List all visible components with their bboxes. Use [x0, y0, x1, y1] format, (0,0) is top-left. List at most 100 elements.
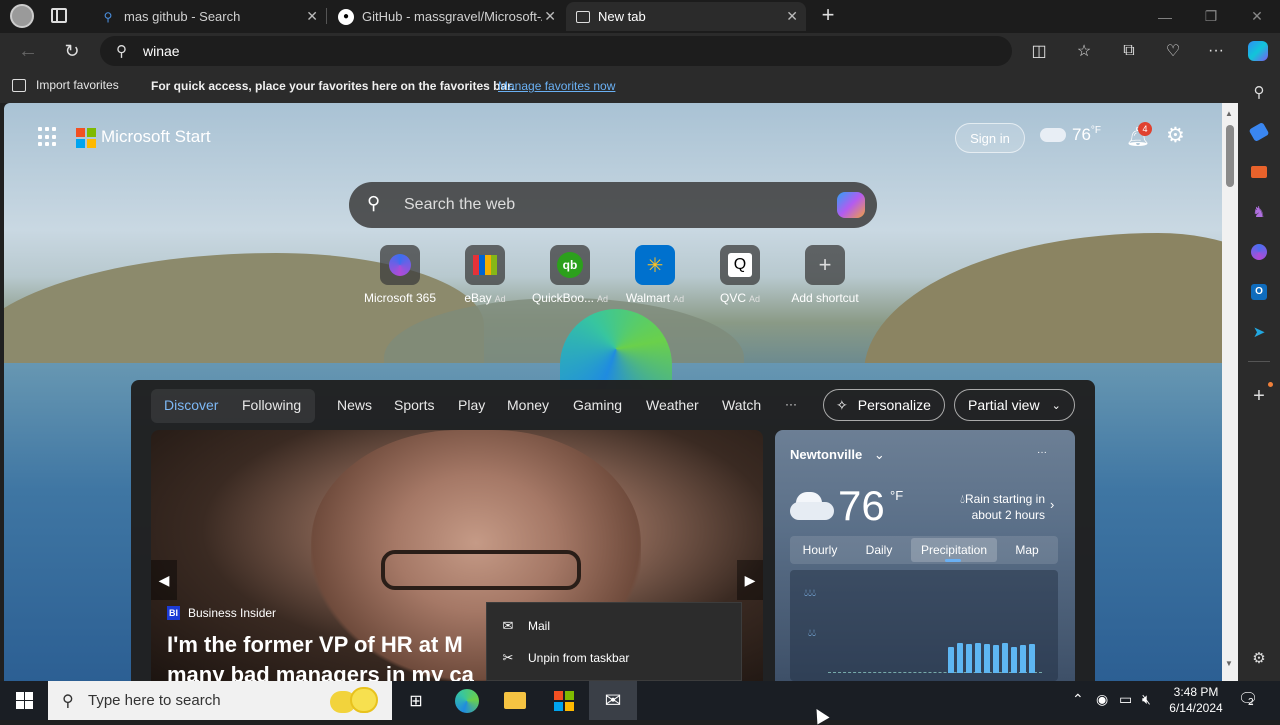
scroll-thumb[interactable]	[1226, 125, 1234, 187]
weather-more-icon[interactable]: ···	[1037, 447, 1047, 458]
favorites-icon[interactable]: ☆	[1070, 37, 1098, 65]
shortcut-qvc[interactable]: Q QVC Ad	[700, 245, 780, 305]
tab-github[interactable]: ● GitHub - massgravel/Microsoft-A ✕	[328, 2, 564, 31]
action-center-icon[interactable]: 🗨︎ 2	[1238, 689, 1258, 709]
tab-sports[interactable]: Sports	[394, 397, 434, 413]
shortcut-add[interactable]: + Add shortcut	[785, 245, 865, 305]
weather-tab-map[interactable]: Map	[1005, 538, 1049, 562]
notifications-button[interactable]: 🔔︎ 4	[1126, 122, 1152, 149]
profile-avatar[interactable]	[10, 4, 34, 28]
restore-icon[interactable]: ❐	[1188, 0, 1234, 33]
outlook-icon[interactable]: O	[1246, 279, 1272, 305]
tab-play[interactable]: Play	[458, 397, 485, 413]
web-search-placeholder[interactable]: Search the web	[404, 196, 515, 214]
weather-card[interactable]: Newtonville ⌄ ··· 76 °F 💧︎Rain starting …	[775, 430, 1075, 681]
scroll-down-icon[interactable]: ▼	[1225, 659, 1233, 668]
brand-title[interactable]: Microsoft Start	[101, 127, 211, 147]
sign-in-button[interactable]: Sign in	[955, 123, 1025, 153]
taskbar-search-box[interactable]: ⚲ Type here to search	[48, 681, 392, 720]
start-button[interactable]	[0, 681, 48, 720]
tab-new-tab[interactable]: New tab ✕	[566, 2, 806, 31]
personalize-button[interactable]: ✧ Personalize	[823, 389, 945, 421]
tab-title: New tab	[598, 9, 646, 24]
send-icon[interactable]: ➤	[1246, 319, 1272, 345]
close-window-icon[interactable]: ✕	[1234, 0, 1280, 33]
copilot-icon[interactable]	[1244, 37, 1272, 65]
tab-following[interactable]: Following	[242, 397, 301, 413]
meet-now-icon[interactable]: ◉	[1096, 691, 1108, 708]
menu-item-mail[interactable]: ✉ Mail	[499, 613, 550, 639]
tab-actions-icon[interactable]	[51, 8, 67, 23]
weather-widget[interactable]: 76 °F	[1040, 125, 1101, 145]
sidebar-settings-icon[interactable]: ⚙	[1246, 645, 1272, 671]
microsoft-store-icon[interactable]	[540, 681, 588, 720]
shopping-tag-icon[interactable]	[1246, 119, 1272, 145]
tab-gaming[interactable]: Gaming	[573, 397, 622, 413]
personalize-label: Personalize	[857, 397, 931, 413]
chevron-right-icon[interactable]: ›	[1050, 497, 1054, 512]
menu-item-unpin[interactable]: ✂ Unpin from taskbar	[499, 645, 630, 671]
address-bar[interactable]: ⚲ winae	[100, 36, 1012, 66]
quickbooks-icon: qb	[550, 245, 590, 285]
tab-bing-search[interactable]: ⚲ mas github - Search ✕	[90, 2, 326, 31]
shortcut-walmart[interactable]: ✳ Walmart Ad	[615, 245, 695, 305]
next-arrow-icon[interactable]: ▶	[737, 560, 763, 600]
refresh-icon[interactable]: ↻	[58, 37, 86, 65]
edge-taskbar-icon[interactable]	[443, 681, 491, 720]
tab-discover[interactable]: Discover	[164, 397, 218, 413]
shortcut-quickbooks[interactable]: qb QuickBoo... Ad	[530, 245, 610, 305]
article-headline[interactable]: I'm the former VP of HR at M many bad ma…	[167, 630, 474, 681]
task-view-icon[interactable]: ⊞	[392, 681, 440, 720]
split-screen-icon[interactable]: ◫	[1025, 37, 1053, 65]
precip-bar	[1002, 643, 1008, 673]
precip-bar	[993, 645, 999, 673]
tab-money[interactable]: Money	[507, 397, 549, 413]
shortcut-ebay[interactable]: eBay Ad	[445, 245, 525, 305]
file-explorer-icon[interactable]	[491, 681, 539, 720]
precip-bar	[1029, 644, 1035, 673]
manage-favorites-link[interactable]: Manage favorites now	[498, 79, 615, 93]
precip-bar	[1011, 647, 1017, 673]
browser-essentials-icon[interactable]: ♡	[1159, 37, 1187, 65]
tab-weather[interactable]: Weather	[646, 397, 699, 413]
system-clock[interactable]: 3:48 PM 6/14/2024	[1166, 684, 1226, 716]
taskbar-search-placeholder[interactable]: Type here to search	[88, 692, 221, 709]
search-icon[interactable]: ⚲	[1246, 79, 1272, 105]
close-tab-icon[interactable]: ✕	[786, 8, 798, 25]
copilot-sidebar-icon[interactable]	[1246, 239, 1272, 265]
weather-location-button[interactable]: Newtonville ⌄	[790, 447, 885, 463]
games-icon[interactable]: ♞	[1246, 199, 1272, 225]
previous-arrow-icon[interactable]: ◀	[151, 560, 177, 600]
tools-icon[interactable]	[1246, 159, 1272, 185]
partial-view-button[interactable]: Partial view ⌄	[954, 389, 1075, 421]
address-input[interactable]: winae	[143, 43, 180, 59]
more-options-icon[interactable]: ···	[1202, 37, 1230, 65]
add-sidebar-app-icon[interactable]: +	[1246, 383, 1272, 409]
mail-taskbar-icon[interactable]: ✉	[589, 681, 637, 720]
volume-muted-icon[interactable]: 🔇︎	[1142, 691, 1151, 708]
chevron-up-icon[interactable]: ⌃	[1072, 691, 1084, 708]
weather-tab-hourly[interactable]: Hourly	[794, 538, 846, 562]
collections-icon[interactable]: ⧉	[1115, 37, 1143, 65]
web-search-box[interactable]: ⚲ Search the web	[349, 182, 877, 228]
page-scrollbar[interactable]: ▲ ▼	[1222, 103, 1238, 681]
close-tab-icon[interactable]: ✕	[306, 8, 318, 25]
rain-alert[interactable]: 💧︎Rain starting in about 2 hours	[951, 491, 1045, 523]
weather-tab-daily[interactable]: Daily	[854, 538, 904, 562]
more-tabs-icon[interactable]: ···	[785, 397, 797, 411]
tab-news[interactable]: News	[337, 397, 372, 413]
scroll-up-icon[interactable]: ▲	[1225, 109, 1233, 118]
favorites-bar-message: For quick access, place your favorites h…	[151, 79, 515, 93]
back-icon[interactable]: ←	[14, 37, 42, 65]
close-tab-icon[interactable]: ✕	[544, 8, 556, 25]
network-icon[interactable]: ▭	[1119, 691, 1132, 708]
shortcut-microsoft-365[interactable]: Microsoft 365	[360, 245, 440, 305]
mail-icon: ✉	[502, 618, 514, 633]
settings-gear-icon[interactable]: ⚙	[1166, 123, 1185, 148]
new-tab-button[interactable]: +	[816, 3, 840, 29]
copilot-icon[interactable]	[837, 192, 865, 218]
app-launcher-icon[interactable]	[38, 127, 58, 147]
minimize-icon[interactable]: —	[1142, 0, 1188, 33]
import-favorites-button[interactable]: Import favorites	[12, 78, 119, 92]
tab-watch[interactable]: Watch	[722, 397, 761, 413]
